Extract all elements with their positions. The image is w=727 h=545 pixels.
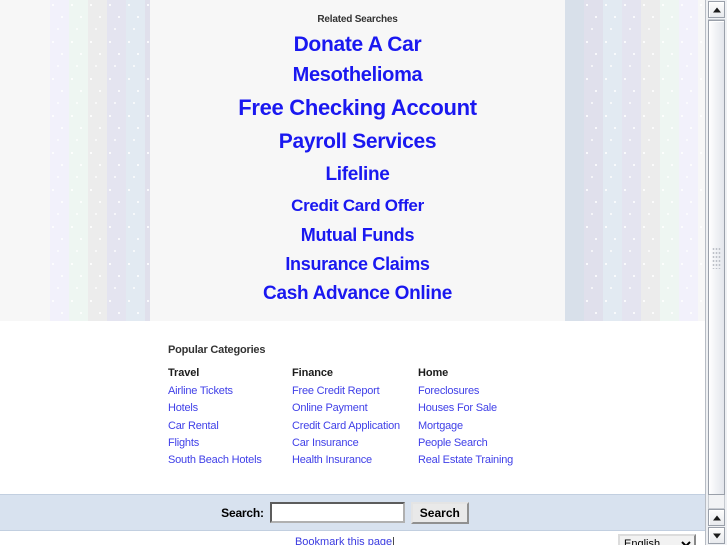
search-input[interactable] (269, 502, 405, 523)
category-link[interactable]: Real Estate Training (418, 452, 542, 469)
category-link[interactable]: Health Insurance (292, 452, 418, 469)
background-stripe-speckles (50, 0, 69, 321)
related-search-link-3[interactable]: Payroll Services (150, 125, 565, 158)
scroll-down-button-upper[interactable] (708, 509, 725, 526)
background-stripe (31, 0, 50, 321)
related-search-link-0[interactable]: Donate A Car (150, 29, 565, 60)
related-search-link-1[interactable]: Mesothelioma (150, 60, 565, 91)
scroll-up-button[interactable] (708, 1, 725, 18)
background-stripe-speckles (126, 0, 145, 321)
scroll-down-button[interactable] (708, 527, 725, 544)
background-stripe (565, 0, 584, 321)
background-stripe-speckles (107, 0, 126, 321)
category-heading-finance: Finance (292, 367, 333, 379)
related-searches-block: Related Searches Donate A Car Mesothelio… (150, 0, 565, 308)
search-label: Search: (221, 505, 264, 520)
scroll-up-arrow-icon-lower (712, 515, 721, 520)
footer-separator: | (392, 536, 396, 545)
category-link[interactable]: Car Insurance (292, 435, 418, 452)
language-select[interactable]: English (618, 534, 696, 545)
background-stripe-speckles (603, 0, 622, 321)
background-stripe-speckles (660, 0, 679, 321)
search-button[interactable]: Search (410, 501, 469, 524)
background-stripe-speckles (622, 0, 641, 321)
category-link[interactable]: Flights (168, 435, 292, 452)
category-link[interactable]: Credit Card Application (292, 418, 418, 435)
background-stripe-speckles (69, 0, 88, 321)
vertical-scrollbar[interactable] (705, 0, 727, 545)
background-stripe-speckles (88, 0, 107, 321)
language-select-wrapper: English (618, 534, 696, 545)
category-link[interactable]: Hotels (168, 400, 292, 417)
category-column-home: Home Foreclosures Houses For Sale Mortga… (418, 367, 542, 469)
category-link[interactable]: Houses For Sale (418, 400, 542, 417)
category-column-finance: Finance Free Credit Report Online Paymen… (292, 367, 418, 469)
scroll-down-arrow-icon (712, 533, 721, 538)
category-column-travel: Travel Airline Tickets Hotels Car Rental… (168, 367, 292, 469)
category-link[interactable]: Mortgage (418, 418, 542, 435)
scroll-up-arrow-icon (712, 7, 721, 12)
popular-categories-block: Popular Categories Travel Airline Ticket… (168, 344, 628, 469)
related-search-link-7[interactable]: Insurance Claims (150, 250, 565, 279)
category-heading-travel: Travel (168, 367, 200, 379)
background-stripe-speckles (679, 0, 698, 321)
related-search-link-5[interactable]: Credit Card Offer (150, 191, 565, 221)
page-viewport: Related Searches Donate A Car Mesothelio… (0, 0, 705, 545)
category-link[interactable]: Free Credit Report (292, 383, 418, 400)
popular-categories-title: Popular Categories (168, 344, 266, 356)
scrollbar-grip-icon (712, 246, 721, 269)
background-stripe-speckles (584, 0, 603, 321)
category-link[interactable]: Airline Tickets (168, 383, 292, 400)
category-link[interactable]: Foreclosures (418, 383, 542, 400)
related-search-link-6[interactable]: Mutual Funds (150, 221, 565, 250)
hero-striped-band: Related Searches Donate A Car Mesothelio… (0, 0, 705, 321)
scrollbar-thumb[interactable] (708, 20, 725, 495)
background-stripe-speckles (698, 0, 705, 321)
category-link[interactable]: Car Rental (168, 418, 292, 435)
search-band: Search: Search (0, 494, 705, 531)
category-heading-home: Home (418, 367, 449, 379)
category-link[interactable]: Online Payment (292, 400, 418, 417)
background-stripe-speckles (641, 0, 660, 321)
related-searches-title: Related Searches (317, 14, 398, 25)
related-search-link-2[interactable]: Free Checking Account (150, 91, 565, 125)
category-columns: Travel Airline Tickets Hotels Car Rental… (168, 367, 628, 469)
bookmark-this-page-link[interactable]: Bookmark this page (295, 536, 392, 545)
related-search-link-8[interactable]: Cash Advance Online (150, 279, 565, 308)
category-link[interactable]: People Search (418, 435, 542, 452)
search-form: Search: Search (0, 495, 690, 530)
footer-links: Bookmark this page| (0, 532, 690, 545)
related-search-link-4[interactable]: Lifeline (150, 158, 565, 191)
category-link[interactable]: South Beach Hotels (168, 452, 292, 469)
